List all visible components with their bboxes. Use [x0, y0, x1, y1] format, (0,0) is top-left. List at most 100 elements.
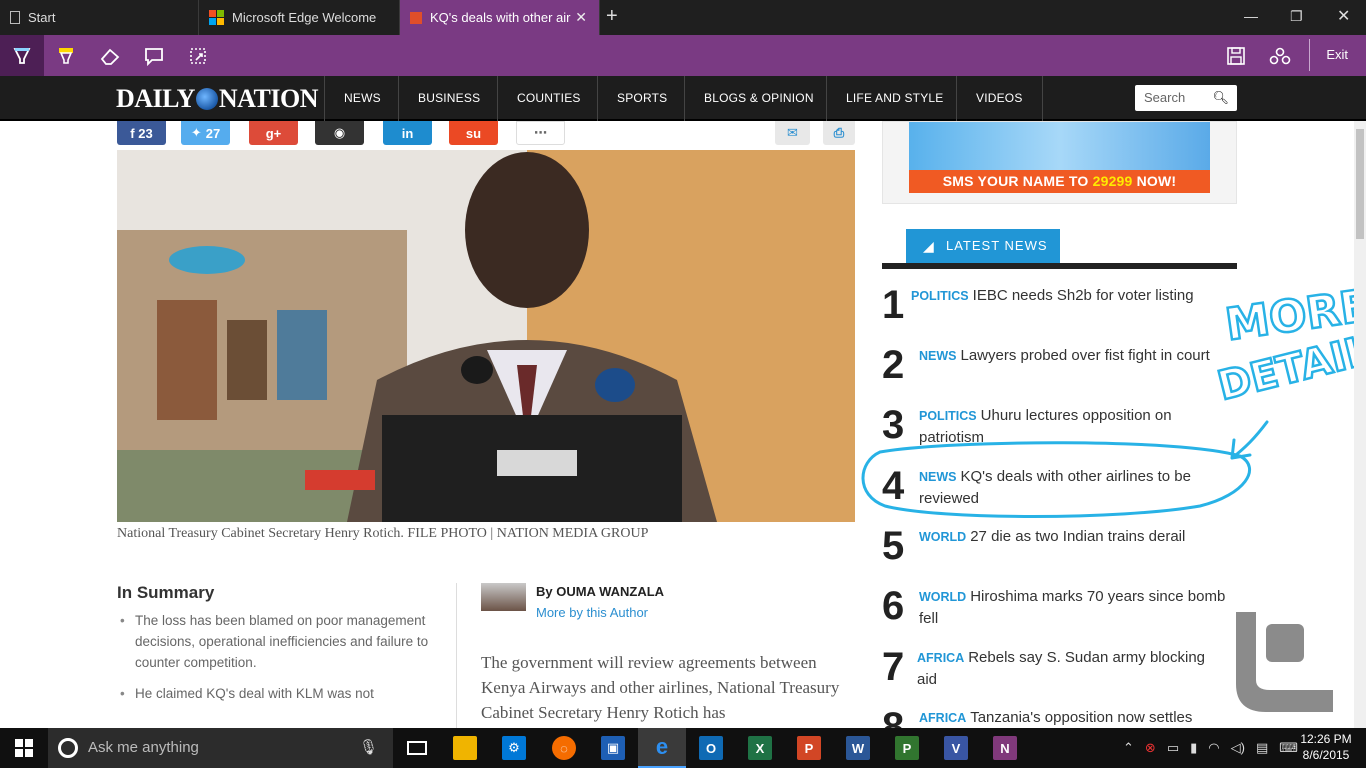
save-tool[interactable] [1214, 35, 1258, 76]
save-icon [1227, 46, 1245, 65]
exit-button[interactable]: Exit [1326, 47, 1348, 62]
volume-icon[interactable]: ◁) [1231, 740, 1245, 756]
nav-blogs-opinion[interactable]: BLOGS & OPINION [684, 76, 833, 121]
microphone-icon[interactable]: 🎙︎ [359, 728, 378, 768]
globe-icon [195, 88, 218, 110]
minimize-icon[interactable]: — [1244, 8, 1258, 24]
twitter-share-button[interactable]: ✦ 27 [181, 121, 230, 145]
tab-label: Microsoft Edge Welcome [232, 10, 377, 25]
powerpoint-app[interactable]: P [785, 728, 833, 768]
highlighter-icon [59, 47, 73, 64]
nav-news[interactable]: NEWS [324, 76, 400, 121]
more-share-button[interactable]: ⋯ [516, 121, 565, 145]
search-placeholder: Search [1144, 90, 1186, 105]
tab-start[interactable]: Start [0, 0, 199, 35]
project-app[interactable]: P [883, 728, 931, 768]
share-icon [1269, 47, 1291, 64]
news-category: AFRICA [917, 651, 965, 665]
photo-illustration [117, 150, 855, 522]
site-search-input[interactable]: Search 🔍︎ [1135, 85, 1237, 111]
photo-caption: National Treasury Cabinet Secretary Henr… [117, 526, 649, 541]
reddit-share-button[interactable]: ◉ [315, 121, 364, 145]
new-tab-icon[interactable]: + [606, 5, 618, 28]
visio-icon: V [944, 736, 968, 760]
action-center-icon[interactable]: ▤ [1256, 740, 1268, 756]
email-button[interactable]: ✉ [775, 121, 810, 145]
security-alert-icon[interactable]: ⊗ [1145, 740, 1156, 756]
edge-app[interactable]: e [638, 728, 686, 768]
advertisement[interactable]: SMS YOUR NAME TO 29299 NOW! [882, 121, 1237, 204]
nav-sports[interactable]: SPORTS [597, 76, 686, 121]
system-tray: ⌃ ⊗ ▭ ▮ ◠ ◁) ▤ ⌨ [1123, 728, 1298, 768]
wifi-icon[interactable]: ◠ [1208, 740, 1219, 756]
share-icon: ⋯ [534, 125, 547, 140]
remote-desktop-app[interactable]: ▣ [589, 728, 637, 768]
origin-app[interactable]: ◌ [540, 728, 588, 768]
origin-icon: ◌ [552, 736, 576, 760]
news-rank: 6 [882, 584, 905, 628]
handwritten-text: DETAILS [1213, 320, 1366, 409]
latest-news-item[interactable]: 8 AFRICATanzania's opposition now settle… [882, 707, 1237, 728]
device-icon[interactable]: ▭ [1167, 740, 1179, 756]
more-by-author-link[interactable]: More by this Author [536, 605, 648, 620]
close-tab-icon[interactable]: ✕ [575, 9, 587, 26]
article-photo [117, 150, 855, 522]
latest-news-tab[interactable]: ◢ LATEST NEWS [906, 229, 1060, 263]
start-button[interactable] [0, 728, 48, 768]
cortana-placeholder: Ask me anything [88, 739, 199, 756]
clip-tool[interactable] [176, 35, 220, 76]
toolbar-divider [1309, 39, 1310, 71]
nav-life-style[interactable]: LIFE AND STYLE [826, 76, 963, 121]
highlighter-tool[interactable] [44, 35, 88, 76]
chevron-up-icon[interactable]: ⌃ [1123, 740, 1134, 756]
eraser-tool[interactable] [88, 35, 132, 76]
close-window-icon[interactable]: ✕ [1337, 6, 1350, 26]
page-scrollbar[interactable] [1354, 121, 1366, 728]
handwritten-text: MORE [1222, 280, 1366, 351]
folder-icon [453, 736, 477, 760]
news-rank: 4 [882, 464, 905, 508]
restore-icon[interactable]: ❐ [1290, 8, 1303, 25]
onenote-app[interactable]: N [981, 728, 1029, 768]
taskbar-clock[interactable]: 12:26 PM 8/6/2015 [1298, 731, 1354, 763]
tab-edge-welcome[interactable]: Microsoft Edge Welcome [199, 0, 400, 35]
task-view-button[interactable] [393, 728, 441, 768]
word-app[interactable]: W [834, 728, 882, 768]
stumbleupon-share-button[interactable]: su [449, 121, 498, 145]
pen-tool[interactable] [0, 35, 44, 76]
file-explorer-app[interactable] [441, 728, 489, 768]
comment-tool[interactable] [132, 35, 176, 76]
cortana-search-box[interactable]: Ask me anything 🎙︎ [48, 728, 393, 768]
battery-icon[interactable]: ▮ [1190, 740, 1197, 756]
nav-business[interactable]: BUSINESS [398, 76, 499, 121]
print-button[interactable]: ⎙ [823, 121, 855, 145]
latest-news-rule [882, 263, 1237, 269]
facebook-share-button[interactable]: f 23 [117, 121, 166, 145]
nav-videos[interactable]: VIDEOS [956, 76, 1043, 121]
search-icon[interactable]: 🔍︎ [1212, 90, 1229, 106]
megaphone-icon: ◢ [923, 238, 935, 254]
googleplus-share-button[interactable]: g+ [249, 121, 298, 145]
ink-arrow-annotation [1230, 420, 1269, 460]
linkedin-share-button[interactable]: in [383, 121, 432, 145]
outlook-app[interactable]: O [687, 728, 735, 768]
nav-counties[interactable]: COUNTIES [497, 76, 600, 121]
page-icon [10, 11, 20, 24]
share-tool[interactable] [1258, 35, 1302, 76]
email-icon: ✉ [787, 125, 798, 140]
article-lede: The government will review agreements be… [481, 653, 840, 722]
excel-app[interactable]: X [736, 728, 784, 768]
tab-kq-deals[interactable]: KQ's deals with other air ✕ [400, 0, 600, 35]
settings-app[interactable]: ⚙ [490, 728, 538, 768]
keyboard-icon[interactable]: ⌨ [1279, 740, 1298, 756]
browser-tab-bar: Start Microsoft Edge Welcome KQ's deals … [0, 0, 1366, 35]
linkedin-icon: in [401, 125, 414, 141]
news-category: WORLD [919, 530, 967, 544]
daily-nation-logo[interactable]: DAILY NATION [116, 84, 319, 114]
word-icon: W [846, 736, 870, 760]
visio-app[interactable]: V [932, 728, 980, 768]
cortana-icon [58, 738, 78, 758]
clip-icon [190, 47, 206, 64]
scrollbar-thumb[interactable] [1356, 129, 1364, 239]
facebook-icon: f 23 [130, 125, 153, 141]
